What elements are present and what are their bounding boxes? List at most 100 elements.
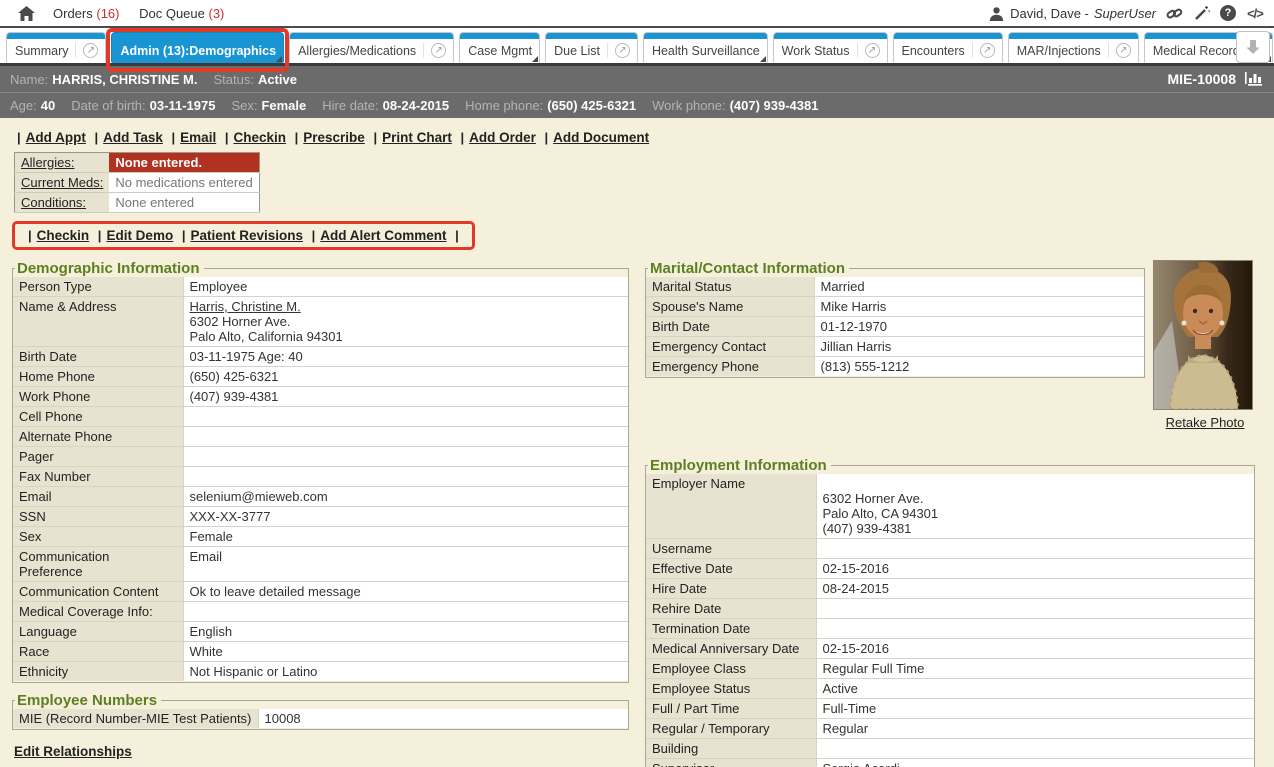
- patient-detail: Hire date:08-24-2015: [322, 98, 449, 113]
- popout-icon[interactable]: ↗: [615, 43, 630, 58]
- chart-stats-icon[interactable]: [1244, 70, 1264, 89]
- name-label: Name:: [10, 72, 48, 87]
- table-row: Race White: [13, 642, 628, 662]
- quicklink[interactable]: Edit Demo: [106, 228, 173, 243]
- patient-detail: Age:40: [10, 98, 55, 113]
- table-row: Hire Date 08-24-2015: [646, 579, 1254, 599]
- section-title: Marital/Contact Information: [648, 260, 849, 277]
- alert-row: Allergies: None entered.: [15, 153, 260, 173]
- table-row: Regular / Temporary Regular: [646, 719, 1254, 739]
- table-row: SSN XXX-XX-3777: [13, 507, 628, 527]
- chart-action-link[interactable]: Prescribe: [303, 130, 365, 145]
- table-row: Emergency Contact Jillian Harris: [646, 337, 1144, 357]
- tab-fold-corner: [532, 56, 538, 62]
- chart-action-link[interactable]: Print Chart: [382, 130, 452, 145]
- field-value: selenium@mieweb.com: [190, 489, 328, 504]
- table-row: Home Phone (650) 425-6321: [13, 367, 628, 387]
- table-row: Pager: [13, 447, 628, 467]
- patient-details-bar: Age:40 Date of birth:03-11-1975 Sex:Fema…: [0, 92, 1274, 118]
- chart-action-link[interactable]: Add Order: [469, 130, 536, 145]
- wand-icon[interactable]: [1192, 4, 1210, 22]
- field-value: Email: [190, 549, 223, 564]
- alert-category-link[interactable]: Conditions:: [21, 195, 86, 210]
- field-value: Active: [823, 681, 858, 696]
- status-label: Status:: [213, 72, 253, 87]
- demographics-page: |Add Appt |Add Task |Email |Checkin |Pre…: [0, 118, 1274, 767]
- field-value: Regular Full Time: [823, 661, 925, 676]
- chart-tab[interactable]: Summary ↗: [6, 32, 106, 63]
- home-icon[interactable]: [18, 6, 35, 21]
- chart-tab[interactable]: Case Mgmt: [459, 32, 540, 63]
- table-row: Birth Date 01-12-1970: [646, 317, 1144, 337]
- field-value: Not Hispanic or Latino: [190, 664, 318, 679]
- patient-detail: Date of birth:03-11-1975: [71, 98, 215, 113]
- table-row: Person Type Employee: [13, 277, 628, 297]
- table-row: Building: [646, 739, 1254, 759]
- field-value: 02-15-2016: [823, 641, 890, 656]
- top-menu-bar: Orders (16) Doc Queue (3) David, Dave - …: [0, 0, 1274, 28]
- chart-tab[interactable]: Health Surveillance: [643, 32, 768, 63]
- tab-fold-corner: [760, 56, 766, 62]
- table-row: Employee Status Active: [646, 679, 1254, 699]
- chart-tab[interactable]: MAR/Injections ↗: [1008, 32, 1139, 63]
- popout-icon[interactable]: ↗: [865, 43, 880, 58]
- field-value: Sergio Acardi: [823, 761, 900, 767]
- tab-overflow-down-button[interactable]: [1236, 31, 1270, 63]
- patient-detail: Sex:Female: [231, 98, 306, 113]
- popout-icon[interactable]: ↗: [431, 43, 446, 58]
- field-value: XXX-XX-3777: [190, 509, 271, 524]
- user-name: David, Dave -: [1010, 6, 1089, 21]
- field-value: Married: [821, 279, 865, 294]
- chart-tab[interactable]: Admin (13):Demographics: [111, 32, 284, 63]
- alert-category-link[interactable]: Allergies:: [21, 155, 74, 170]
- field-value: Jillian Harris: [821, 339, 892, 354]
- field-value: Full-Time: [823, 701, 877, 716]
- top-menu-items: Orders (16) Doc Queue (3): [53, 6, 240, 21]
- chart-tab[interactable]: Allergies/Medications ↗: [289, 32, 454, 63]
- popout-icon[interactable]: ↗: [83, 43, 98, 58]
- patient-detail: Home phone:(650) 425-6321: [465, 98, 636, 113]
- table-row: Rehire Date: [646, 599, 1254, 619]
- field-value: (650) 425-6321: [190, 369, 279, 384]
- patient-status: Active: [258, 72, 297, 87]
- chart-action-link[interactable]: Email: [180, 130, 216, 145]
- field-value: 08-24-2015: [823, 581, 890, 596]
- table-row: Effective Date 02-15-2016: [646, 559, 1254, 579]
- help-icon[interactable]: ?: [1219, 4, 1237, 22]
- top-menu-item[interactable]: Orders (16): [53, 6, 119, 21]
- chart-action-link[interactable]: Add Document: [553, 130, 649, 145]
- field-value: 02-15-2016: [823, 561, 890, 576]
- quicklink[interactable]: Checkin: [37, 228, 90, 243]
- tab-fold-corner: [276, 56, 282, 62]
- chart-tab[interactable]: Work Status ↗: [773, 32, 888, 63]
- quicklink[interactable]: Add Alert Comment: [320, 228, 446, 243]
- top-menu-item[interactable]: Doc Queue (3): [139, 6, 224, 21]
- link-icon[interactable]: [1165, 4, 1183, 22]
- chart-action-link[interactable]: Checkin: [233, 130, 286, 145]
- field-value: Employee: [190, 279, 248, 294]
- field-value: (813) 555-1212: [821, 359, 910, 374]
- field-value: 01-12-1970: [821, 319, 888, 334]
- chart-action-link[interactable]: Add Task: [103, 130, 163, 145]
- chart-tab[interactable]: Due List ↗: [545, 32, 638, 63]
- chart-tab[interactable]: Encounters ↗: [893, 32, 1003, 63]
- popout-icon[interactable]: ↗: [980, 43, 995, 58]
- code-icon[interactable]: </>: [1246, 4, 1264, 22]
- quicklink[interactable]: Patient Revisions: [190, 228, 303, 243]
- chart-action-link[interactable]: Add Appt: [26, 130, 86, 145]
- user-menu[interactable]: David, Dave - SuperUser: [987, 4, 1156, 22]
- section-title: Demographic Information: [15, 260, 204, 277]
- field-value: Regular: [823, 721, 869, 736]
- retake-photo-link[interactable]: Retake Photo: [1166, 415, 1245, 430]
- alert-category-link[interactable]: Current Meds:: [21, 175, 103, 190]
- alert-row: Current Meds: No medications entered: [15, 173, 260, 193]
- edit-relationships-link[interactable]: Edit Relationships: [14, 744, 132, 759]
- chart-action-links: |Add Appt |Add Task |Email |Checkin |Pre…: [12, 130, 1274, 145]
- popout-icon[interactable]: ↗: [1116, 43, 1131, 58]
- table-row: Sex Female: [13, 527, 628, 547]
- section-title: Employee Numbers: [15, 692, 161, 709]
- demographic-information-section: Demographic Information Person Type Empl…: [12, 260, 629, 683]
- marital-contact-section: Marital/Contact Information Marital Stat…: [645, 260, 1145, 378]
- table-row: Language English: [13, 622, 628, 642]
- field-value: Mike Harris: [821, 299, 887, 314]
